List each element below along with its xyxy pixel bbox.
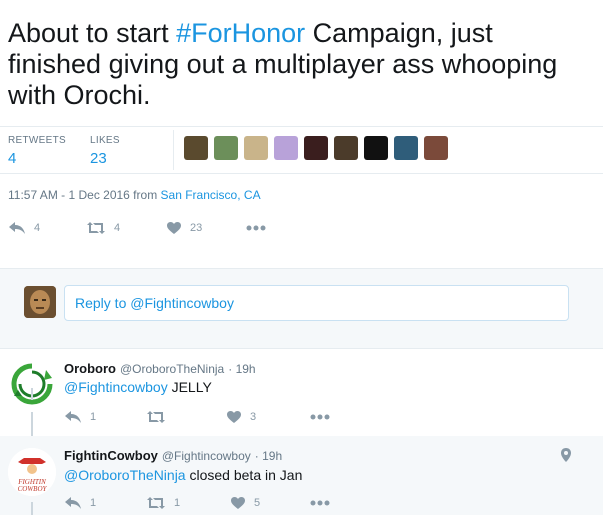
more-icon <box>246 225 266 231</box>
like-action[interactable]: 23 <box>166 221 246 235</box>
liker-avatar[interactable] <box>244 136 268 160</box>
tweet-text: About to start #ForHonor Campaign, just … <box>8 18 588 111</box>
oroboro-avatar[interactable] <box>8 360 56 408</box>
liker-avatar[interactable] <box>304 136 328 160</box>
reply-time[interactable]: · 19h <box>228 362 255 376</box>
reply-actions: 1 3 <box>64 410 330 424</box>
reply-action[interactable]: 4 <box>8 221 86 235</box>
thread-line <box>31 502 33 515</box>
liker-avatar[interactable] <box>334 136 358 160</box>
like-count: 23 <box>190 222 203 234</box>
reply-input[interactable]: Reply to @Fightincowboy <box>64 285 569 321</box>
thread-line <box>31 412 33 438</box>
liker-avatars <box>184 136 448 160</box>
retweet-icon <box>147 411 165 423</box>
reply-time[interactable]: · 19h <box>255 449 282 463</box>
reply-text: @OroboroTheNinja closed beta in Jan <box>64 467 302 483</box>
heart-icon <box>231 497 245 509</box>
more-icon <box>310 500 330 506</box>
reply-author-name[interactable]: FightinCowboy <box>64 448 158 463</box>
more-action[interactable] <box>246 225 266 231</box>
liker-avatar[interactable] <box>274 136 298 160</box>
avatar-logo-text: COWBOY <box>18 485 48 493</box>
reply-action[interactable]: 1 <box>64 410 146 424</box>
reply-body: closed beta in Jan <box>185 467 303 483</box>
like-action[interactable]: 5 <box>230 496 310 510</box>
more-action[interactable] <box>310 500 330 506</box>
retweet-action[interactable]: 4 <box>86 221 166 235</box>
thread-line <box>31 388 33 400</box>
likes-stat[interactable]: LIKES 23 <box>90 135 120 167</box>
hashtag-link[interactable]: #ForHonor <box>176 18 305 48</box>
reply-body: JELLY <box>167 379 212 395</box>
liker-avatar[interactable] <box>394 136 418 160</box>
fightincowboy-avatar[interactable]: FIGHTIN COWBOY <box>8 448 56 496</box>
retweet-icon <box>147 497 165 509</box>
reply-count: 1 <box>90 497 97 509</box>
like-count: 3 <box>250 411 257 423</box>
retweet-icon <box>87 222 105 234</box>
retweets-stat[interactable]: RETWEETS 4 <box>8 135 66 167</box>
liker-avatar[interactable] <box>214 136 238 160</box>
reply-icon <box>9 222 25 234</box>
reply-header: Oroboro @OroboroTheNinja · 19h <box>64 360 256 378</box>
more-icon <box>310 414 330 420</box>
retweet-action[interactable]: 1 <box>146 496 230 510</box>
likes-label: LIKES <box>90 135 120 146</box>
retweet-count: 4 <box>114 222 121 234</box>
heart-icon <box>167 222 181 234</box>
heart-icon <box>227 411 241 423</box>
tweet-text-start: About to start <box>8 18 177 48</box>
stats-divider <box>173 130 174 170</box>
reply-header: FightinCowboy @Fightincowboy · 19h <box>64 447 282 465</box>
user-avatar <box>24 286 56 318</box>
mention-link[interactable]: @OroboroTheNinja <box>64 467 186 483</box>
liker-avatar[interactable] <box>364 136 388 160</box>
retweets-label: RETWEETS <box>8 135 66 146</box>
reply-tweet[interactable]: FIGHTIN COWBOY FightinCowboy @Fightincowb… <box>0 388 603 515</box>
reply-icon <box>65 497 81 509</box>
reply-count: 4 <box>34 222 41 234</box>
tweet-location[interactable]: San Francisco, CA <box>161 188 261 202</box>
tweet-meta: 11:57 AM - 1 Dec 2016 from San Francisco… <box>8 188 261 202</box>
like-action[interactable]: 3 <box>226 410 310 424</box>
liker-avatar[interactable] <box>184 136 208 160</box>
reply-action[interactable]: 1 <box>64 496 146 510</box>
reply-text: @Fightincowboy JELLY <box>64 379 212 395</box>
reply-count: 1 <box>90 411 97 423</box>
more-action[interactable] <box>310 414 330 420</box>
tweet-stats: RETWEETS 4 LIKES 23 <box>0 126 603 174</box>
location-pin-icon[interactable] <box>560 447 572 468</box>
reply-author-handle[interactable]: @Fightincowboy <box>162 449 251 463</box>
retweet-count: 1 <box>174 497 181 509</box>
reply-icon <box>65 411 81 423</box>
like-count: 5 <box>254 497 261 509</box>
liker-avatar[interactable] <box>424 136 448 160</box>
reply-author-handle[interactable]: @OroboroTheNinja <box>120 362 224 376</box>
reply-composer: Reply to @Fightincowboy <box>0 268 603 349</box>
reply-actions: 1 1 5 <box>64 496 330 510</box>
tweet-timestamp[interactable]: 11:57 AM - 1 Dec 2016 from <box>8 188 161 202</box>
tweet-actions: 4 4 23 <box>8 221 266 235</box>
reply-author-name[interactable]: Oroboro <box>64 361 116 376</box>
mention-link[interactable]: @Fightincowboy <box>64 379 168 395</box>
retweets-count: 4 <box>8 150 17 167</box>
likes-count: 23 <box>90 150 107 167</box>
retweet-action[interactable] <box>146 410 226 424</box>
